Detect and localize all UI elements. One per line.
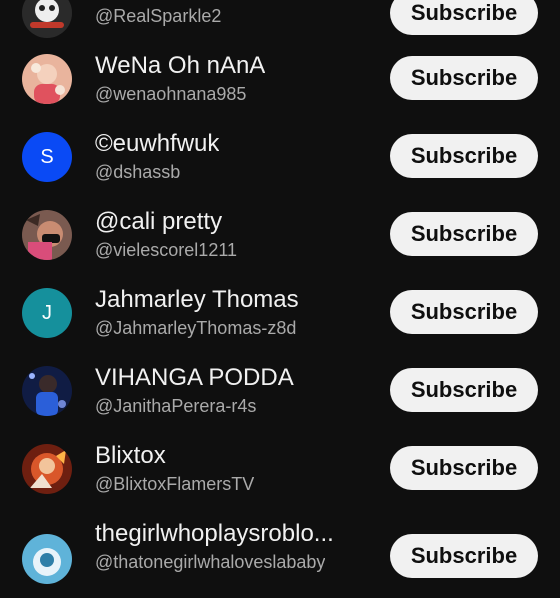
subscribe-button[interactable]: Subscribe — [390, 368, 538, 412]
avatar[interactable] — [22, 210, 72, 260]
subscribe-button[interactable]: Subscribe — [390, 134, 538, 178]
avatar-image-icon — [22, 54, 72, 104]
avatar[interactable] — [22, 534, 72, 584]
avatar-image-icon — [22, 0, 72, 38]
channel-name: thegirlwhoplaysroblo... — [95, 520, 334, 547]
list-item[interactable]: @RealSparkle2 Subscribe — [0, 0, 560, 52]
list-item[interactable]: WeNa Oh nAnA @wenaohnana985 Subscribe — [0, 52, 560, 130]
channel-list: @RealSparkle2 Subscribe WeNa Oh nAnA @we… — [0, 0, 560, 584]
avatar[interactable] — [22, 54, 72, 104]
subscribe-button[interactable]: Subscribe — [390, 290, 538, 334]
subscribe-button[interactable]: Subscribe — [390, 56, 538, 100]
channel-handle: @wenaohnana985 — [95, 84, 247, 104]
list-item[interactable]: @cali pretty @vielescorel1211 Subscribe — [0, 208, 560, 286]
channel-handle: @vielescorel1211 — [95, 240, 238, 260]
channel-handle: @JahmarleyThomas-z8d — [95, 318, 297, 338]
subscribe-button[interactable]: Subscribe — [390, 534, 538, 578]
avatar[interactable]: J — [22, 288, 72, 338]
avatar-image-icon — [22, 444, 72, 494]
avatar-image-icon — [22, 210, 72, 260]
avatar[interactable] — [22, 0, 72, 38]
channel-handle: @JanithaPerera-r4s — [95, 396, 257, 416]
list-item[interactable]: Blixtox @BlixtoxFlamersTV Subscribe — [0, 442, 560, 520]
channel-handle: @thatonegirlwhaloveslababy — [95, 552, 326, 572]
channel-name: WeNa Oh nAnA — [95, 52, 266, 79]
subscribe-button[interactable]: Subscribe — [390, 212, 538, 256]
avatar-image-icon — [22, 534, 72, 584]
list-item[interactable]: thegirlwhoplaysroblo... @thatonegirlwhal… — [0, 520, 560, 598]
channel-handle: @dshassb — [95, 162, 181, 182]
channel-name: VIHANGA PODDA — [95, 364, 294, 391]
channel-name: Jahmarley Thomas — [95, 286, 299, 313]
avatar-image-icon — [22, 366, 72, 416]
subscribe-button[interactable]: Subscribe — [390, 0, 538, 35]
avatar[interactable]: S — [22, 132, 72, 182]
channel-handle: @RealSparkle2 — [95, 6, 222, 26]
channel-name: @cali pretty — [95, 208, 223, 235]
avatar[interactable] — [22, 366, 72, 416]
channel-name: Blixtox — [95, 442, 166, 469]
channel-name: ©euwhfwuk — [95, 130, 220, 157]
avatar[interactable] — [22, 444, 72, 494]
subscribe-button[interactable]: Subscribe — [390, 446, 538, 490]
list-item[interactable]: VIHANGA PODDA @JanithaPerera-r4s Subscri… — [0, 364, 560, 442]
list-item[interactable]: S ©euwhfwuk @dshassb Subscribe — [0, 130, 560, 208]
channel-handle: @BlixtoxFlamersTV — [95, 474, 255, 494]
list-item[interactable]: J Jahmarley Thomas @JahmarleyThomas-z8d … — [0, 286, 560, 364]
